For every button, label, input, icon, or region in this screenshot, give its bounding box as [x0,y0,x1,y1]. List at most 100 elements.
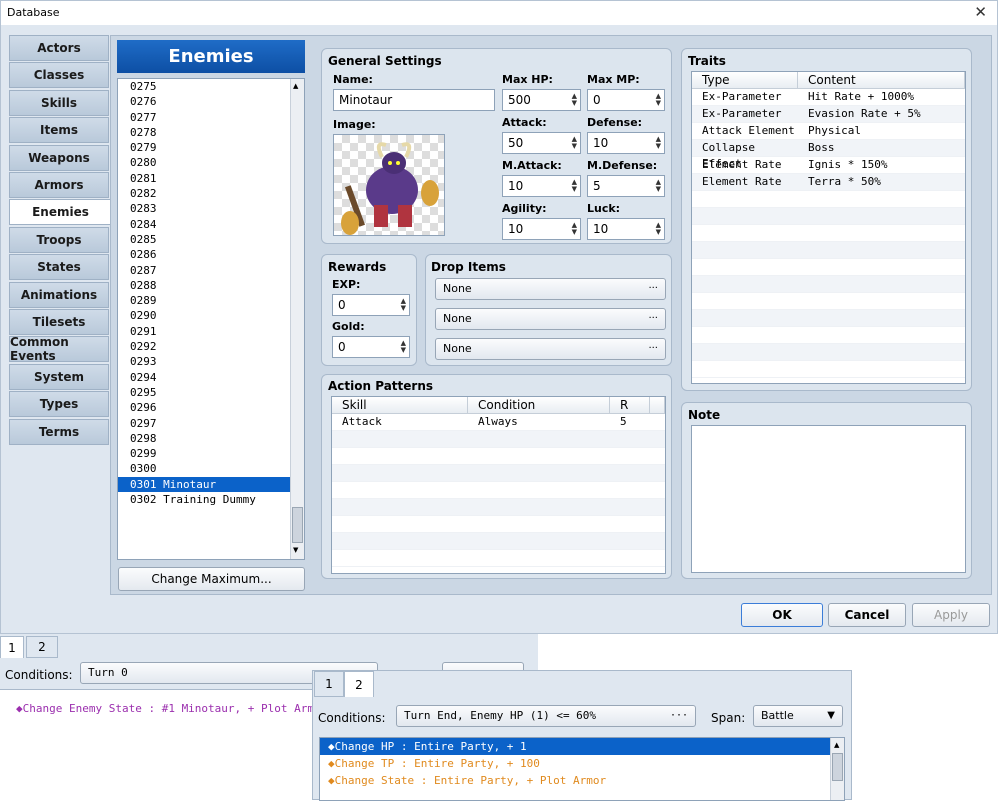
scroll-up-icon[interactable]: ▲ [293,82,298,90]
spin-arrows-icon[interactable]: ▲ ▼ [656,136,661,150]
table-row[interactable] [692,293,965,310]
enemy-list-item[interactable]: 0276 [118,94,304,109]
table-row[interactable]: Element Rate Ignis * 150% [692,157,965,174]
tab-page-1[interactable]: 1 [314,671,344,697]
spin-arrows-icon[interactable]: ▲ ▼ [572,93,577,107]
table-row[interactable] [692,225,965,242]
ok-button[interactable]: OK [741,603,823,627]
table-row[interactable]: Ex-Parameter Evasion Rate + 5% [692,106,965,123]
category-actors[interactable]: Actors [9,35,109,61]
agility-stepper[interactable]: 10 ▲ ▼ [502,218,581,240]
table-row[interactable] [332,431,665,448]
spin-arrows-icon[interactable]: ▲ ▼ [401,340,406,354]
enemy-list-item[interactable]: 0281 [118,171,304,186]
category-troops[interactable]: Troops [9,226,109,253]
apply-button[interactable]: Apply [912,603,990,627]
span-dropdown[interactable]: Battle ▼ [753,705,843,727]
enemy-list-item[interactable]: 0283 [118,201,304,216]
event-command[interactable]: ◆Change State : Entire Party, + Plot Arm… [320,772,830,789]
event-command-list[interactable]: ◆Change HP : Entire Party, + 1 ◆Change TP… [319,737,845,801]
enemy-list-scrollbar[interactable]: ▲ ▼ [290,79,304,559]
category-tilesets[interactable]: Tilesets [9,309,109,335]
enemy-list-item[interactable]: 0290 [118,308,304,323]
action-patterns-table[interactable]: Skill Condition R Attack Always 5 [331,396,666,574]
enemy-list-item[interactable]: 0293 [118,354,304,369]
luck-stepper[interactable]: 10 ▲ ▼ [587,218,665,240]
table-row[interactable]: Collapse Effect Boss [692,140,965,170]
event-command[interactable]: ◆Change HP : Entire Party, + 1 [320,738,830,755]
table-row[interactable] [692,208,965,225]
enemy-list[interactable]: 0275 0276 0277 0278 0279 0280 0281 0282 0283 0284… [117,78,305,560]
event-command[interactable]: ◆Change TP : Entire Party, + 100 [320,755,830,772]
enemy-list-item[interactable]: 0287 [118,263,304,278]
gold-stepper[interactable]: 0 ▲ ▼ [332,336,410,358]
enemy-list-item[interactable]: 0291 [118,324,304,339]
table-row[interactable] [332,550,665,567]
drop-item-1[interactable]: None ··· [435,278,666,300]
command-list-scrollbar[interactable]: ▲ [830,738,844,800]
enemy-list-item[interactable]: 0292 [118,339,304,354]
category-terms[interactable]: Terms [9,418,109,445]
traits-table[interactable]: Type Content Ex-Parameter Hit Rate + 1000… [691,71,966,384]
category-enemies[interactable]: Enemies [9,199,112,226]
enemy-list-item[interactable]: 0284 [118,217,304,232]
spin-arrows-icon[interactable]: ▲ ▼ [572,136,577,150]
enemy-list-item[interactable]: 0289 [118,293,304,308]
category-states[interactable]: States [9,254,109,281]
enemy-list-item[interactable]: 0294 [118,370,304,385]
enemy-list-item[interactable]: 0299 [118,446,304,461]
maxhp-stepper[interactable]: 500 ▲ ▼ [502,89,581,111]
enemy-list-item[interactable]: 0277 [118,110,304,125]
table-row[interactable] [332,499,665,516]
table-row[interactable] [692,310,965,327]
category-common-events[interactable]: Common Events [9,335,109,363]
category-classes[interactable]: Classes [9,62,109,89]
table-row[interactable]: Ex-Parameter Hit Rate + 1000% [692,89,965,106]
enemy-list-item[interactable]: 0296 [118,400,304,415]
spin-arrows-icon[interactable]: ▲ ▼ [656,93,661,107]
table-row[interactable] [692,191,965,208]
table-row[interactable] [692,242,965,259]
table-row[interactable] [332,533,665,550]
attack-stepper[interactable]: 50 ▲ ▼ [502,132,581,154]
close-icon[interactable]: ✕ [974,3,987,21]
conditions-dropdown-2[interactable]: Turn End, Enemy HP (1) <= 60% ··· [396,705,696,727]
scroll-up-icon[interactable]: ▲ [834,741,839,749]
scroll-down-icon[interactable]: ▼ [293,546,298,554]
enemy-list-item[interactable]: 0285 [118,232,304,247]
mdefense-stepper[interactable]: 5 ▲ ▼ [587,175,665,197]
table-row[interactable] [332,465,665,482]
table-row[interactable]: Attack Always 5 [332,414,665,431]
enemy-list-item[interactable]: 0297 [118,416,304,431]
enemy-image[interactable] [333,134,445,236]
defense-stepper[interactable]: 10 ▲ ▼ [587,132,665,154]
table-row[interactable] [692,361,965,378]
category-types[interactable]: Types [9,391,109,418]
enemy-list-item[interactable]: 0279 [118,140,304,155]
spin-arrows-icon[interactable]: ▲ ▼ [572,222,577,236]
enemy-list-item[interactable]: 0286 [118,247,304,262]
table-row[interactable] [332,516,665,533]
category-weapons[interactable]: Weapons [9,144,109,171]
table-row[interactable]: Attack Element Physical [692,123,965,140]
enemy-list-item[interactable]: 0301 Minotaur [118,476,304,493]
enemy-list-item[interactable]: 0295 [118,385,304,400]
enemy-list-item[interactable]: 0278 [118,125,304,140]
spin-arrows-icon[interactable]: ▲ ▼ [572,179,577,193]
enemy-list-item[interactable]: 0302 Training Dummy [118,492,304,507]
scroll-thumb[interactable] [292,507,303,543]
enemy-list-item[interactable]: 0298 [118,431,304,446]
cancel-button[interactable]: Cancel [828,603,906,627]
table-row[interactable] [332,482,665,499]
category-animations[interactable]: Animations [9,281,109,308]
spin-arrows-icon[interactable]: ▲ ▼ [656,179,661,193]
enemy-list-item[interactable]: 0282 [118,186,304,201]
drop-item-3[interactable]: None ··· [435,338,666,360]
note-textarea[interactable] [691,425,966,573]
category-armors[interactable]: Armors [9,172,109,198]
name-field[interactable]: Minotaur [333,89,495,111]
scroll-thumb[interactable] [832,753,843,781]
enemy-list-item[interactable]: 0300 [118,461,304,476]
category-system[interactable]: System [9,363,109,390]
exp-stepper[interactable]: 0 ▲ ▼ [332,294,410,316]
